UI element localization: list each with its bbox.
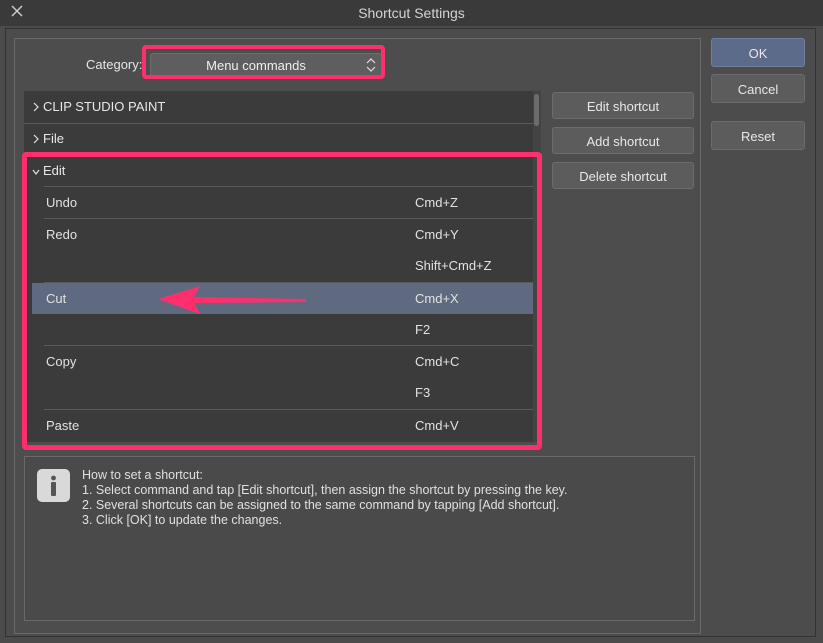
chevron-right-icon (33, 134, 39, 144)
group-label: CLIP STUDIO PAINT (43, 99, 166, 114)
window-title: Shortcut Settings (358, 5, 465, 21)
help-text: How to set a shortcut: 1. Select command… (82, 468, 567, 528)
reset-button[interactable]: Reset (711, 121, 805, 150)
add-shortcut-button[interactable]: Add shortcut (552, 127, 694, 154)
help-line: 1. Select command and tap [Edit shortcut… (82, 483, 568, 497)
help-line: How to set a shortcut: (82, 468, 203, 482)
group-file[interactable]: File (24, 123, 533, 154)
scrollbar-thumb[interactable] (534, 94, 539, 126)
category-highlight-box (142, 45, 385, 79)
delete-shortcut-button[interactable]: Delete shortcut (552, 162, 694, 189)
cancel-button[interactable]: Cancel (711, 74, 805, 103)
info-icon (37, 469, 70, 502)
edit-shortcut-button[interactable]: Edit shortcut (552, 92, 694, 119)
group-label: File (43, 131, 64, 146)
group-clip-studio-paint[interactable]: CLIP STUDIO PAINT (24, 91, 533, 122)
help-line: 3. Click [OK] to update the changes. (82, 513, 283, 527)
pointer-arrow-icon (158, 286, 306, 314)
chevron-right-icon (33, 102, 39, 112)
help-line: 2. Several shortcuts can be assigned to … (82, 498, 560, 512)
ok-button[interactable]: OK (711, 38, 805, 67)
category-label: Category: (86, 57, 143, 72)
